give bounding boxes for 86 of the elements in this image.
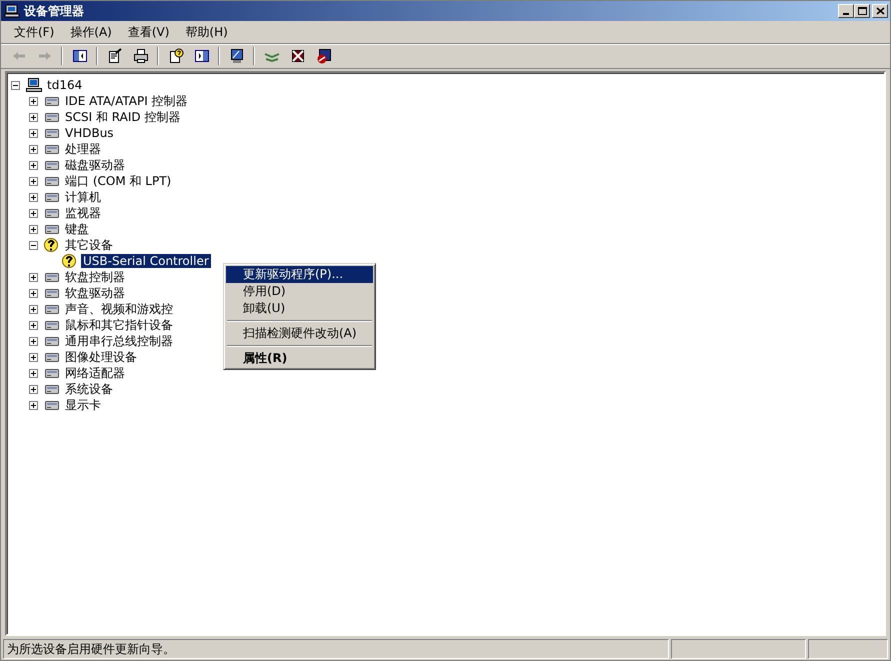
- plus-icon: [31, 178, 36, 184]
- tree-item[interactable]: 软盘控制器: [63, 270, 127, 284]
- plus-icon: [31, 274, 36, 280]
- plus-icon: [31, 162, 36, 168]
- computer-icon: [26, 77, 42, 93]
- context-menu-item[interactable]: 扫描检测硬件改动(A): [226, 325, 373, 342]
- minus-icon: [31, 242, 36, 248]
- expand-button[interactable]: [29, 224, 38, 234]
- plus-icon: [31, 146, 36, 152]
- expand-button[interactable]: [29, 352, 38, 362]
- properties-icon: [106, 48, 122, 64]
- tree-item[interactable]: SCSI 和 RAID 控制器: [63, 110, 182, 124]
- panel-icon: [194, 48, 210, 64]
- expand-button[interactable]: [29, 144, 38, 154]
- tree-item[interactable]: 键盘: [63, 222, 91, 236]
- tree-item[interactable]: 系统设备: [63, 382, 115, 396]
- expand-button[interactable]: [29, 112, 38, 122]
- expand-button[interactable]: [29, 304, 38, 314]
- plus-icon: [31, 210, 36, 216]
- plus-icon: [31, 386, 36, 392]
- menu-item[interactable]: 查看(V): [120, 22, 176, 42]
- plus-icon: [31, 194, 36, 200]
- menu-item[interactable]: 操作(A): [63, 22, 119, 42]
- plus-icon: [31, 402, 36, 408]
- collapse-button[interactable]: [11, 80, 20, 90]
- context-menu-item[interactable]: 卸载(U): [226, 300, 373, 317]
- expand-button[interactable]: [29, 320, 38, 330]
- menu-item[interactable]: 帮助(H): [178, 22, 235, 42]
- plus-icon: [31, 226, 36, 232]
- tree-item[interactable]: IDE ATA/ATAPI 控制器: [63, 94, 190, 108]
- expand-button[interactable]: [29, 176, 38, 186]
- plus-icon: [31, 338, 36, 344]
- expand-button[interactable]: [29, 208, 38, 218]
- printer-icon: [132, 48, 148, 64]
- computer-icon: [4, 3, 20, 19]
- tree-item[interactable]: 磁盘驱动器: [63, 158, 127, 172]
- maximize-button[interactable]: [854, 4, 870, 18]
- plus-icon: [31, 322, 36, 328]
- menu-item[interactable]: 文件(F): [7, 22, 62, 42]
- tree-item[interactable]: 其它设备: [63, 238, 115, 252]
- help-icon: [168, 48, 184, 64]
- tree-item[interactable]: USB-Serial Controller: [81, 254, 211, 268]
- collapse-button[interactable]: [29, 240, 38, 250]
- plus-icon: [31, 98, 36, 104]
- expand-button[interactable]: [29, 384, 38, 394]
- close-button[interactable]: [872, 4, 888, 18]
- expand-button[interactable]: [29, 336, 38, 346]
- context-menu-item[interactable]: 属性(R): [226, 350, 373, 367]
- tree-item[interactable]: 处理器: [63, 142, 103, 156]
- expand-button[interactable]: [29, 128, 38, 138]
- context-menu-item[interactable]: 更新驱动程序(P)...: [226, 266, 373, 283]
- tree-item[interactable]: VHDBus: [63, 126, 116, 140]
- tree-item[interactable]: td164: [45, 78, 84, 92]
- close-icon: [876, 7, 884, 15]
- plus-icon: [31, 290, 36, 296]
- window-title: 设备管理器: [24, 2, 85, 20]
- expand-button[interactable]: [29, 272, 38, 282]
- tree-item[interactable]: 显示卡: [63, 398, 103, 412]
- monitor-icon: [228, 48, 244, 64]
- expand-button[interactable]: [29, 400, 38, 410]
- plus-icon: [31, 114, 36, 120]
- plus-icon: [31, 370, 36, 376]
- tree-item[interactable]: 端口 (COM 和 LPT): [63, 174, 174, 188]
- remove-icon: [290, 48, 306, 64]
- tree-item[interactable]: 计算机: [63, 190, 103, 204]
- tree-item[interactable]: 通用串行总线控制器: [63, 334, 175, 348]
- expand-button[interactable]: [29, 192, 38, 202]
- tree-item[interactable]: 鼠标和其它指针设备: [63, 318, 175, 332]
- minus-icon: [13, 82, 18, 88]
- status-text: 为所选设备启用硬件更新向导。: [3, 639, 669, 659]
- tree-item[interactable]: 软盘驱动器: [63, 286, 127, 300]
- tree-item[interactable]: 监视器: [63, 206, 103, 220]
- tree-item[interactable]: 图像处理设备: [63, 350, 139, 364]
- expand-button[interactable]: [29, 96, 38, 106]
- tree-item[interactable]: 网络适配器: [63, 366, 127, 380]
- plus-icon: [31, 354, 36, 360]
- panel-icon: [72, 48, 88, 64]
- context-menu-item[interactable]: 停用(D): [226, 283, 373, 300]
- expand-button[interactable]: [29, 160, 38, 170]
- expand-button[interactable]: [29, 288, 38, 298]
- tree-item[interactable]: 声音、视频和游戏控: [63, 302, 175, 316]
- maximize-icon: [858, 7, 866, 15]
- expand-button[interactable]: [29, 368, 38, 378]
- plus-icon: [31, 306, 36, 312]
- plus-icon: [31, 130, 36, 136]
- minimize-button[interactable]: [838, 4, 854, 18]
